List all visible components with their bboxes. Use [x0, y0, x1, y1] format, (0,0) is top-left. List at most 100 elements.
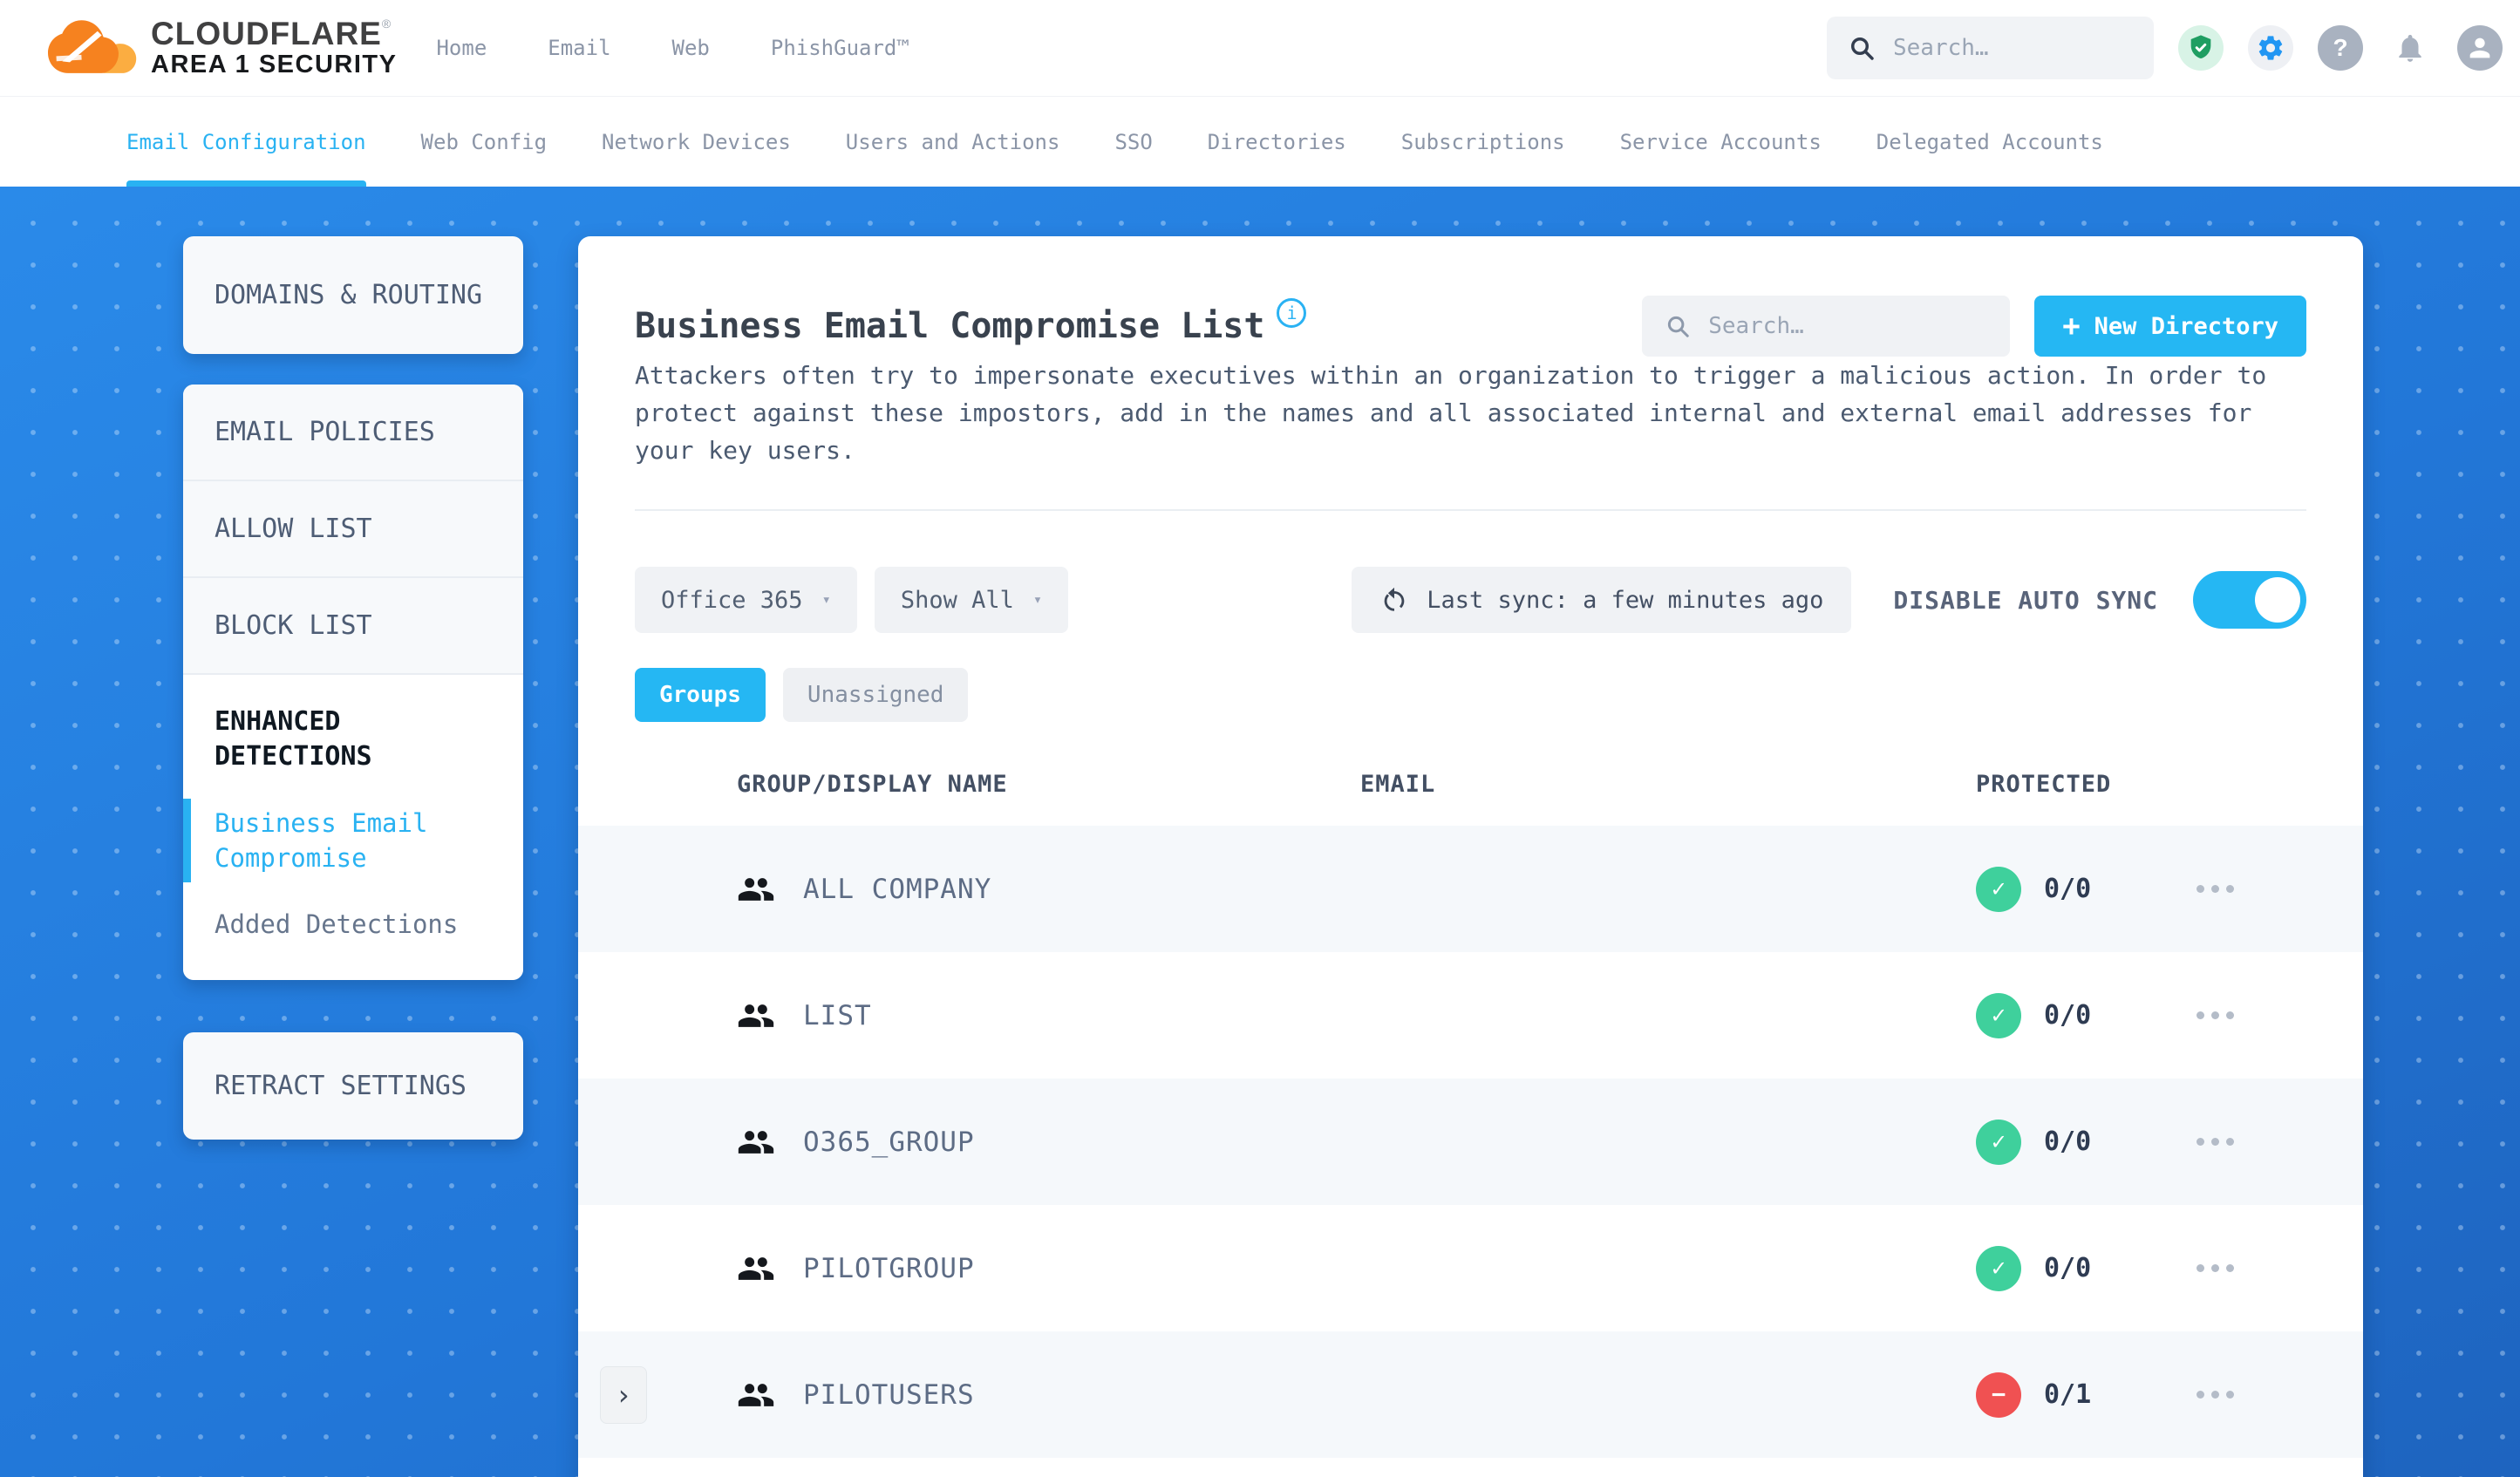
sidebar-item-allow-list[interactable]: ALLOW LIST: [183, 481, 523, 578]
bell-icon[interactable]: [2387, 25, 2433, 71]
new-directory-button[interactable]: + New Directory: [2034, 296, 2306, 357]
controls-row: Office 365 ▾ Show All ▾ Last sync: a few mi…: [635, 567, 2306, 633]
group-name-cell: O365_GROUP: [737, 1123, 1360, 1161]
chevron-down-icon: ▾: [821, 591, 831, 609]
group-name-label: O365_GROUP: [803, 1126, 975, 1158]
profile-icon[interactable]: [2457, 25, 2503, 71]
sidebar-item-retract-settings[interactable]: RETRACT SETTINGS: [183, 1032, 523, 1140]
page-description: Attackers often try to impersonate execu…: [635, 361, 2267, 465]
group-name-label: PILOTUSERS: [803, 1378, 975, 1411]
column-protected: PROTECTED: [1976, 771, 2112, 798]
menu-dot: [2226, 1138, 2234, 1146]
table-row[interactable]: ALL COMPANY ✓ 0/0: [578, 826, 2363, 952]
global-search-box[interactable]: [1827, 17, 2154, 79]
group-name-cell: PILOTGROUP: [737, 1249, 1360, 1288]
subnav-item-subscriptions[interactable]: Subscriptions: [1401, 97, 1565, 187]
disable-auto-sync-label: DISABLE AUTO SYNC: [1893, 585, 2158, 615]
brand-text: CLOUDFLARE® AREA 1 SECURITY: [151, 17, 397, 78]
group-name-label: PILOTGROUP: [803, 1252, 975, 1284]
subnav-item-directories[interactable]: Directories: [1208, 97, 1346, 187]
group-name-cell: PILOTUSERS: [737, 1376, 1360, 1414]
row-menu-button[interactable]: [2196, 998, 2234, 1033]
group-name-label: LIST: [803, 999, 872, 1031]
brand-title: CLOUDFLARE: [151, 16, 382, 52]
sidebar-item-block-list[interactable]: BLOCK LIST: [183, 578, 523, 675]
registered-mark: ®: [381, 17, 392, 31]
sidebar-item-domains-routing[interactable]: DOMAINS & ROUTING: [183, 236, 523, 354]
chevron-down-icon: ▾: [1032, 591, 1043, 609]
row-menu-button[interactable]: [2196, 872, 2234, 907]
sidebar-item-added-detections[interactable]: Added Detections: [215, 907, 492, 942]
table-row[interactable]: O365_GROUP ✓ 0/0: [578, 1079, 2363, 1205]
subnav-item-sso[interactable]: SSO: [1114, 97, 1152, 187]
tab-unassigned[interactable]: Unassigned: [782, 668, 969, 722]
group-icon: [737, 1123, 775, 1161]
protected-count: 0/0: [2044, 874, 2092, 904]
content-area: DOMAINS & ROUTING EMAIL POLICIES ALLOW LI…: [0, 187, 2520, 1477]
subnav-item-network-devices[interactable]: Network Devices: [602, 97, 791, 187]
global-search-input[interactable]: [1891, 34, 2133, 62]
topbar-right-cluster: ?: [1827, 17, 2503, 79]
directory-search-box[interactable]: [1642, 296, 2011, 357]
last-sync-pill[interactable]: Last sync: a few minutes ago: [1352, 567, 1852, 633]
protected-cell: ✓ 0/0: [1976, 1119, 2092, 1165]
page-title: Business Email Compromise List: [635, 306, 1265, 346]
help-question-glyph: ?: [2333, 34, 2348, 61]
help-icon[interactable]: ?: [2318, 25, 2363, 71]
enhanced-detections-title: ENHANCED DETECTIONS: [215, 706, 372, 772]
search-icon: [1665, 313, 1691, 339]
topnav-item-home[interactable]: Home: [436, 36, 487, 60]
subnav-item-service-accounts[interactable]: Service Accounts: [1620, 97, 1822, 187]
protected-check-icon: ✓: [1976, 1245, 2021, 1291]
topnav-item-email[interactable]: Email: [548, 36, 610, 60]
menu-dot: [2226, 1391, 2234, 1399]
table-row[interactable]: › PILOTUSERS −0/1: [578, 1331, 2363, 1458]
group-name-label: ALL COMPANY: [803, 873, 992, 905]
group-name-cell: LIST: [737, 997, 1360, 1035]
table-row[interactable]: LIST ✓ 0/0: [578, 952, 2363, 1079]
filter-select-show-all[interactable]: Show All ▾: [874, 567, 1069, 633]
info-icon[interactable]: i: [1277, 298, 1307, 328]
table-row[interactable]: PILOTGROUP ✓ 0/0: [578, 1205, 2363, 1331]
filter-select-office-365[interactable]: Office 365 ▾: [635, 567, 857, 633]
expand-row-button[interactable]: ›: [600, 1365, 647, 1424]
menu-dot: [2196, 1391, 2204, 1399]
menu-dot: [2226, 1264, 2234, 1272]
protected-cell: ✓ 0/0: [1976, 1245, 2091, 1291]
protected-count: 0/0: [2044, 1126, 2092, 1157]
topnav-item-web[interactable]: Web: [672, 36, 710, 60]
filter-select-value: Show All: [900, 586, 1014, 614]
row-menu-button[interactable]: [2196, 1378, 2234, 1412]
enhanced-detections-items: Business Email Compromise Added Detection…: [183, 799, 492, 942]
group-table-body: ALL COMPANY ✓ 0/0 LIST ✓ 0/0 O365_GROUP ✓ 0/0 PIL…: [578, 826, 2363, 1458]
protected-cell: −0/1: [1976, 1372, 2091, 1418]
plus-icon: +: [2062, 309, 2081, 344]
topnav-item-phishguard[interactable]: PhishGuard™: [771, 36, 909, 60]
protected-check-icon: ✓: [1976, 992, 2021, 1038]
row-menu-button[interactable]: [2196, 1125, 2234, 1160]
new-directory-label: New Directory: [2094, 312, 2278, 340]
sidebar-item-business-email-compromise[interactable]: Business Email Compromise: [183, 799, 492, 882]
subnav-item-delegated-accounts[interactable]: Delegated Accounts: [1876, 97, 2103, 187]
tab-groups[interactable]: Groups: [635, 668, 766, 722]
group-name-cell: ALL COMPANY: [737, 870, 1360, 909]
shield-check-icon[interactable]: [2178, 25, 2224, 71]
group-tabs: Groups Unassigned: [635, 668, 2306, 722]
gear-icon[interactable]: [2248, 25, 2293, 71]
directory-search-input[interactable]: [1706, 312, 1988, 340]
subnav-item-email-configuration[interactable]: Email Configuration: [126, 97, 366, 187]
subnav-item-web-config[interactable]: Web Config: [421, 97, 548, 187]
search-icon: [1848, 34, 1876, 62]
row-menu-button[interactable]: [2196, 1251, 2234, 1286]
menu-dot: [2211, 885, 2219, 893]
subnav-item-users-and-actions[interactable]: Users and Actions: [846, 97, 1060, 187]
menu-dot: [2196, 885, 2204, 893]
protected-check-icon: ✓: [1976, 866, 2021, 912]
auto-sync-toggle[interactable]: [2193, 571, 2306, 629]
protected-cell: ✓ 0/0: [1976, 992, 2091, 1038]
column-group-display-name: GROUP/DISPLAY NAME: [737, 771, 1008, 798]
cloudflare-logo[interactable]: CLOUDFLARE® AREA 1 SECURITY: [48, 17, 397, 78]
sidebar-section-enhanced-detections: ENHANCED DETECTIONS Business Email Compr…: [183, 675, 523, 980]
filter-select-value: Office 365: [661, 586, 803, 614]
sidebar-item-email-policies[interactable]: EMAIL POLICIES: [183, 385, 523, 481]
